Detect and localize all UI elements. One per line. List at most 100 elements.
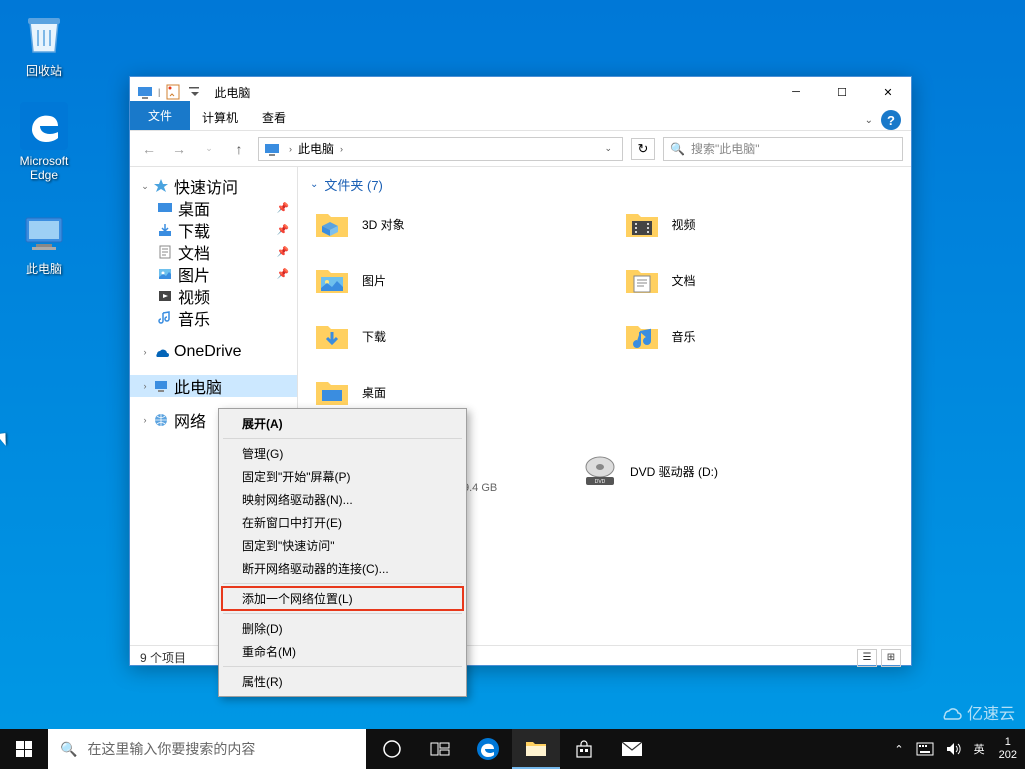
cm-expand[interactable]: 展开(A) xyxy=(222,412,463,435)
search-placeholder: 在这里输入你要搜索的内容 xyxy=(87,739,255,759)
ribbon-tabs: 文件 计算机 查看 ⌄ ? xyxy=(130,107,911,131)
task-view-button[interactable] xyxy=(416,729,464,769)
ribbon-expand-icon[interactable]: ⌄ xyxy=(857,111,881,130)
documents-icon xyxy=(156,243,174,261)
address-bar[interactable]: › 此电脑 › ⌄ xyxy=(258,137,623,161)
folder-documents[interactable]: 文档 xyxy=(620,256,900,304)
properties-icon[interactable] xyxy=(164,83,182,101)
tab-computer[interactable]: 计算机 xyxy=(190,105,250,130)
pin-icon: 📌 xyxy=(277,247,289,258)
cloud-icon xyxy=(939,703,963,721)
nav-up-button[interactable]: ↑ xyxy=(228,138,250,160)
start-button[interactable] xyxy=(0,729,48,769)
folder-downloads[interactable]: 下载 xyxy=(310,312,590,360)
folder-3d-objects[interactable]: 3D 对象 xyxy=(310,200,590,248)
drive-dvd[interactable]: DVD DVD 驱动器 (D:) xyxy=(578,447,828,495)
folder-videos[interactable]: 视频 xyxy=(620,200,900,248)
maximize-button[interactable]: ☐ xyxy=(819,77,865,107)
folder-pictures[interactable]: 图片 xyxy=(310,256,590,304)
refresh-button[interactable]: ↻ xyxy=(631,138,655,160)
taskbar-store[interactable] xyxy=(560,729,608,769)
sidebar-item-downloads[interactable]: 下载📌 xyxy=(130,219,297,241)
desktop-icon-edge[interactable]: Microsoft Edge xyxy=(6,102,82,182)
sidebar-onedrive[interactable]: ›OneDrive xyxy=(130,341,297,363)
folder-icon xyxy=(312,204,352,244)
computer-icon xyxy=(152,377,170,395)
taskbar-explorer[interactable] xyxy=(512,729,560,769)
search-icon: 🔍 xyxy=(670,142,685,156)
chevron-right-icon[interactable]: › xyxy=(138,381,152,391)
sidebar-this-pc[interactable]: ›此电脑 xyxy=(130,375,297,397)
taskbar-mail[interactable] xyxy=(608,729,656,769)
cm-pin-start[interactable]: 固定到"开始"屏幕(P) xyxy=(222,465,463,488)
onedrive-icon xyxy=(152,343,170,361)
cm-pin-quick[interactable]: 固定到"快速访问" xyxy=(222,534,463,557)
cm-add-network-location[interactable]: 添加一个网络位置(L) xyxy=(222,587,463,610)
chevron-down-icon[interactable]: ⌄ xyxy=(138,181,152,192)
computer-icon xyxy=(136,83,154,101)
nav-back-button[interactable]: ← xyxy=(138,138,160,160)
statusbar-item-count: 9 个项目 xyxy=(140,649,186,666)
cm-disconnect[interactable]: 断开网络驱动器的连接(C)... xyxy=(222,557,463,580)
chevron-right-icon[interactable]: › xyxy=(138,347,152,357)
windows-logo-icon xyxy=(16,741,32,757)
desktop-icon-this-pc[interactable]: 此电脑 xyxy=(6,208,82,277)
tab-file[interactable]: 文件 xyxy=(130,101,190,130)
close-button[interactable]: ✕ xyxy=(865,77,911,107)
desktop-icon-label: 此电脑 xyxy=(26,260,62,277)
downloads-icon xyxy=(156,221,174,239)
search-icon: 🔍 xyxy=(60,741,77,758)
view-details-button[interactable]: ☰ xyxy=(857,649,877,667)
tab-view[interactable]: 查看 xyxy=(250,105,298,130)
search-input[interactable]: 🔍 搜索"此电脑" xyxy=(663,137,903,161)
qat-dropdown-icon[interactable] xyxy=(186,83,204,101)
address-dropdown[interactable]: ⌄ xyxy=(598,143,618,154)
folder-music[interactable]: 音乐 xyxy=(620,312,900,360)
sidebar-item-desktop[interactable]: 桌面📌 xyxy=(130,197,297,219)
pictures-icon xyxy=(156,265,174,283)
qat: | xyxy=(130,83,204,101)
cortana-button[interactable] xyxy=(368,729,416,769)
view-icons-button[interactable]: ⊞ xyxy=(881,649,901,667)
watermark: 亿速云 xyxy=(939,700,1015,724)
window-title: 此电脑 xyxy=(204,84,773,101)
cm-map-drive[interactable]: 映射网络驱动器(N)... xyxy=(222,488,463,511)
pin-icon: 📌 xyxy=(277,203,289,214)
help-button[interactable]: ? xyxy=(881,110,901,130)
folder-icon xyxy=(312,260,352,300)
sidebar-item-documents[interactable]: 文档📌 xyxy=(130,241,297,263)
folder-icon xyxy=(622,204,662,244)
computer-icon xyxy=(20,208,68,256)
nav-history-button[interactable]: ⌄ xyxy=(198,138,220,160)
breadcrumb-root[interactable]: 此电脑 xyxy=(294,138,338,159)
minimize-button[interactable]: ─ xyxy=(773,77,819,107)
taskbar-edge[interactable] xyxy=(464,729,512,769)
edge-icon xyxy=(20,102,68,150)
music-icon xyxy=(156,309,174,327)
navbar: ← → ⌄ ↑ › 此电脑 › ⌄ ↻ 🔍 搜索"此电脑" xyxy=(130,131,911,167)
tray-overflow-button[interactable]: ⌃ xyxy=(888,729,909,769)
cm-manage[interactable]: 管理(G) xyxy=(222,442,463,465)
drive-free-space: 9.4 GB xyxy=(463,482,497,494)
tray-clock[interactable]: 1 202 xyxy=(991,736,1025,762)
desktop-icon-recycle-bin[interactable]: 回收站 xyxy=(6,10,82,79)
taskbar-search-input[interactable]: 🔍 在这里输入你要搜索的内容 xyxy=(48,729,366,769)
dvd-drive-icon: DVD xyxy=(580,451,620,491)
cm-rename[interactable]: 重命名(M) xyxy=(222,640,463,663)
network-icon xyxy=(152,411,170,429)
nav-forward-button[interactable]: → xyxy=(168,138,190,160)
tray-ime-indicator[interactable]: 英 xyxy=(968,741,991,757)
sidebar-quick-access[interactable]: ⌄ 快速访问 xyxy=(130,175,297,197)
sidebar-item-videos[interactable]: 视频 xyxy=(130,285,297,307)
sidebar-item-music[interactable]: 音乐 xyxy=(130,307,297,329)
chevron-right-icon[interactable]: › xyxy=(138,415,152,425)
section-header-folders[interactable]: ⌄ 文件夹 (7) xyxy=(310,175,899,194)
tray-volume-icon[interactable] xyxy=(940,729,968,769)
tray-keyboard-icon[interactable] xyxy=(910,729,940,769)
cm-properties[interactable]: 属性(R) xyxy=(222,670,463,693)
recycle-bin-icon xyxy=(20,10,68,58)
cm-new-window[interactable]: 在新窗口中打开(E) xyxy=(222,511,463,534)
sidebar-item-pictures[interactable]: 图片📌 xyxy=(130,263,297,285)
folder-icon xyxy=(622,316,662,356)
cm-delete[interactable]: 删除(D) xyxy=(222,617,463,640)
